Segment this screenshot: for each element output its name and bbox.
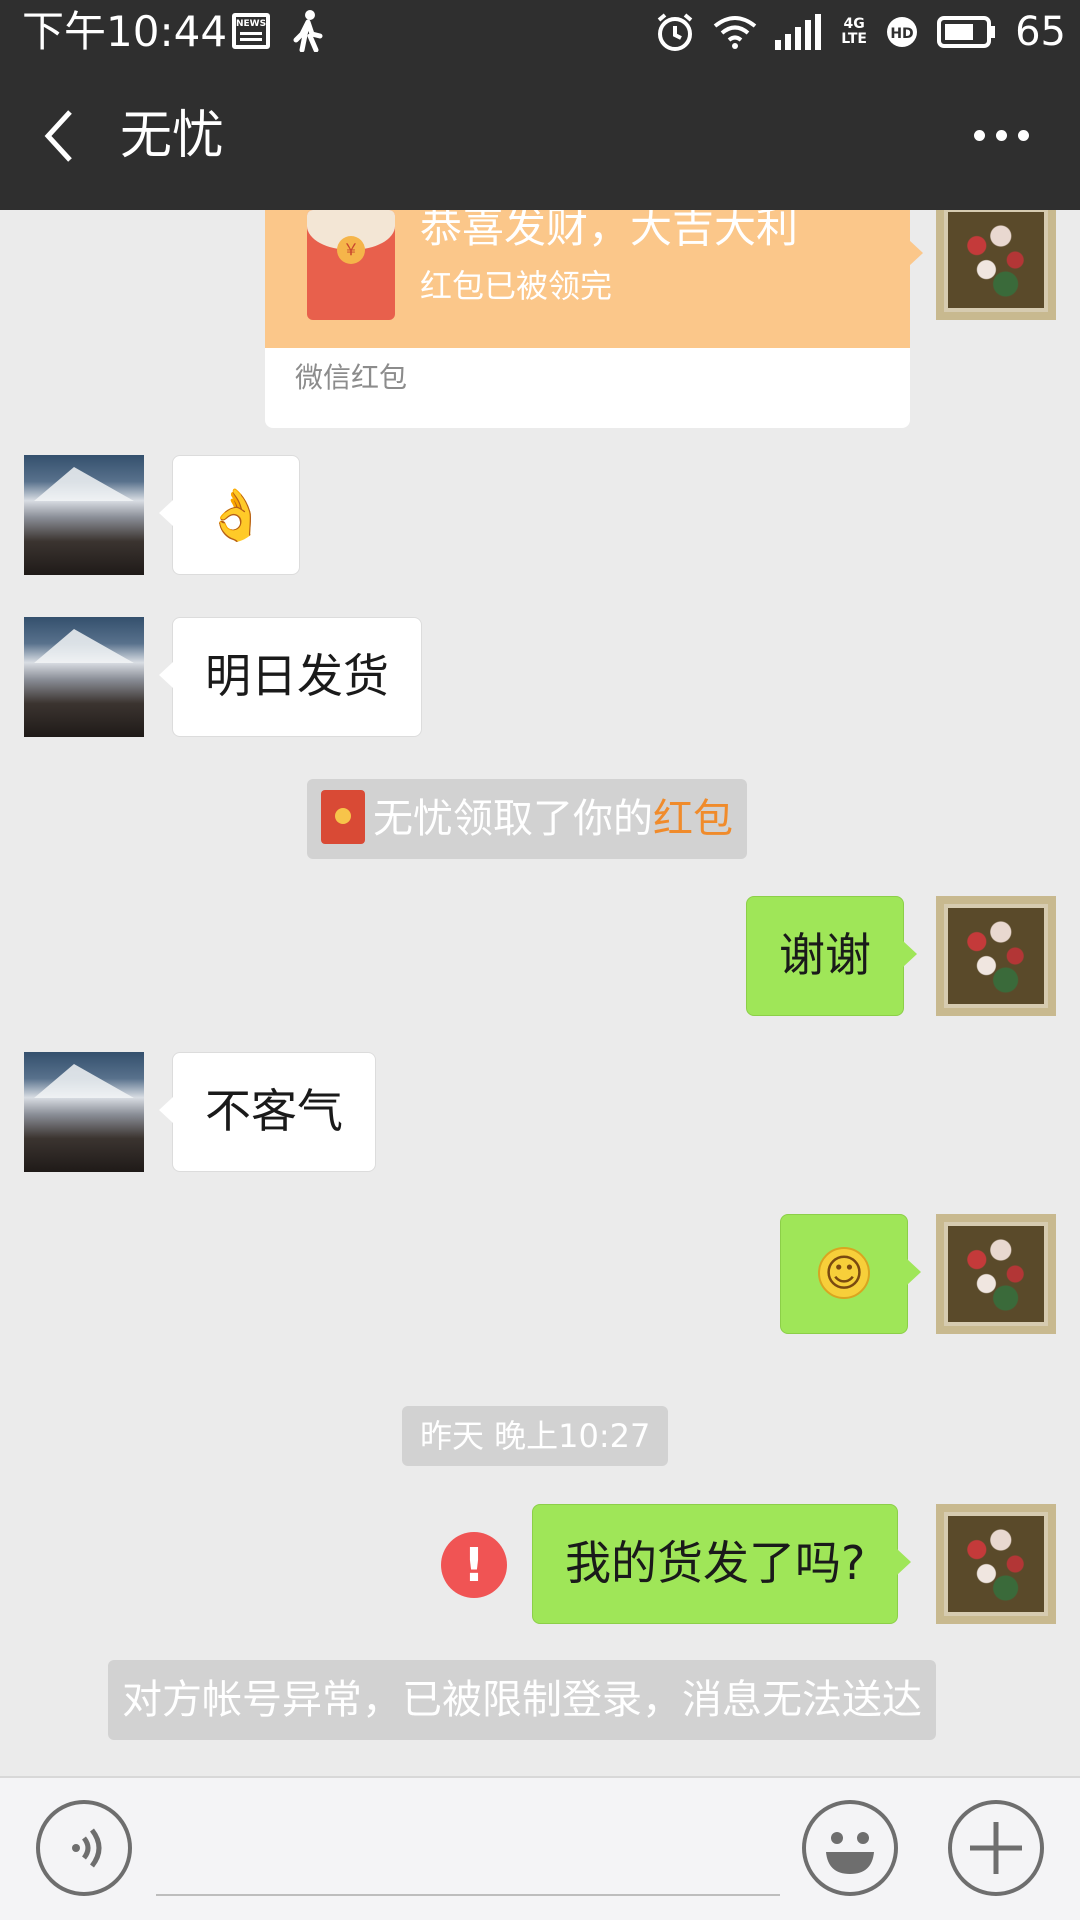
my-avatar[interactable] <box>936 1214 1056 1334</box>
signal-icon <box>775 14 822 50</box>
status-icons: 4G LTE HD 65 <box>655 8 1066 56</box>
input-bar <box>0 1776 1080 1920</box>
message-text: 明日发货 <box>205 649 389 703</box>
message-text: 不客气 <box>205 1084 343 1138</box>
send-failed-icon[interactable]: ! <box>441 1532 507 1598</box>
battery-icon <box>937 16 996 48</box>
incoming-message[interactable]: 明日发货 <box>159 617 422 737</box>
system-notice-received: 无忧领取了你的红包 <box>307 779 747 859</box>
back-icon[interactable] <box>40 108 80 164</box>
hd-icon: HD <box>887 17 918 47</box>
red-packet-title: 恭喜发财，大吉大利 <box>420 210 799 252</box>
voice-icon <box>72 1828 102 1868</box>
contact-avatar[interactable] <box>24 1052 144 1172</box>
outgoing-message[interactable]: ☺ <box>780 1214 921 1334</box>
svg-text:HD: HD <box>890 26 913 42</box>
incoming-message[interactable]: 👌 <box>159 455 300 575</box>
ok-hand-emoji: 👌 <box>204 486 268 544</box>
red-packet-status: 红包已被领完 <box>420 267 613 305</box>
outgoing-message[interactable]: 谢谢 <box>746 896 917 1016</box>
voice-button[interactable] <box>36 1800 132 1896</box>
emoji-icon <box>826 1832 874 1874</box>
status-time: 下午10:44 <box>22 7 228 56</box>
more-icon[interactable] <box>974 128 1030 144</box>
news-icon-label: NEWS <box>236 19 267 29</box>
system-notice-text: 无忧领取了你的 <box>373 796 653 842</box>
network-type: 4G LTE <box>841 16 867 47</box>
red-packet-card[interactable]: ￥ 恭喜发财，大吉大利 红包已被领完 微信红包 <box>265 210 910 428</box>
chat-title: 无忧 <box>120 106 225 166</box>
chat-header: 无忧 <box>0 64 1080 210</box>
red-packet-small-icon <box>321 790 365 844</box>
alarm-icon <box>657 13 693 51</box>
walking-icon <box>293 10 323 52</box>
more-functions-button[interactable] <box>948 1800 1044 1896</box>
incoming-message[interactable]: 不客气 <box>159 1052 376 1172</box>
outgoing-message-failed[interactable]: 我的货发了吗? <box>532 1504 912 1624</box>
message-list[interactable]: ￥ 恭喜发财，大吉大利 红包已被领完 微信红包 👌 明日发货 无忧领取了你的红包… <box>0 210 1080 1776</box>
battery-level: 65 <box>1015 9 1066 55</box>
contact-avatar[interactable] <box>24 617 144 737</box>
my-avatar[interactable] <box>936 1504 1056 1624</box>
system-notice-error: 对方帐号异常，已被限制登录，消息无法送达 <box>108 1660 936 1740</box>
plus-icon <box>970 1822 1022 1874</box>
my-avatar[interactable] <box>936 896 1056 1016</box>
contact-avatar[interactable] <box>24 455 144 575</box>
smile-glyph: ☺ <box>824 1251 864 1295</box>
red-packet-icon: ￥ <box>307 210 395 320</box>
message-text: 谢谢 <box>779 928 871 982</box>
timestamp: 昨天 晚上10:27 <box>402 1406 669 1466</box>
news-icon: NEWS <box>232 13 270 49</box>
red-packet-footer: 微信红包 <box>295 361 408 394</box>
message-text: 我的货发了吗? <box>565 1536 866 1590</box>
status-bar: 下午10:44 NEWS 4G LTE HD 65 <box>0 0 1080 64</box>
smile-emoji: ☺ <box>818 1247 870 1299</box>
red-packet-link[interactable]: 红包 <box>653 796 733 842</box>
emoji-button[interactable] <box>802 1800 898 1896</box>
wifi-icon <box>713 16 757 49</box>
my-avatar[interactable] <box>936 210 1056 320</box>
message-input[interactable] <box>156 1894 780 1896</box>
red-packet-tail <box>909 240 923 266</box>
red-packet-body: ￥ 恭喜发财，大吉大利 红包已被领完 <box>265 210 910 348</box>
